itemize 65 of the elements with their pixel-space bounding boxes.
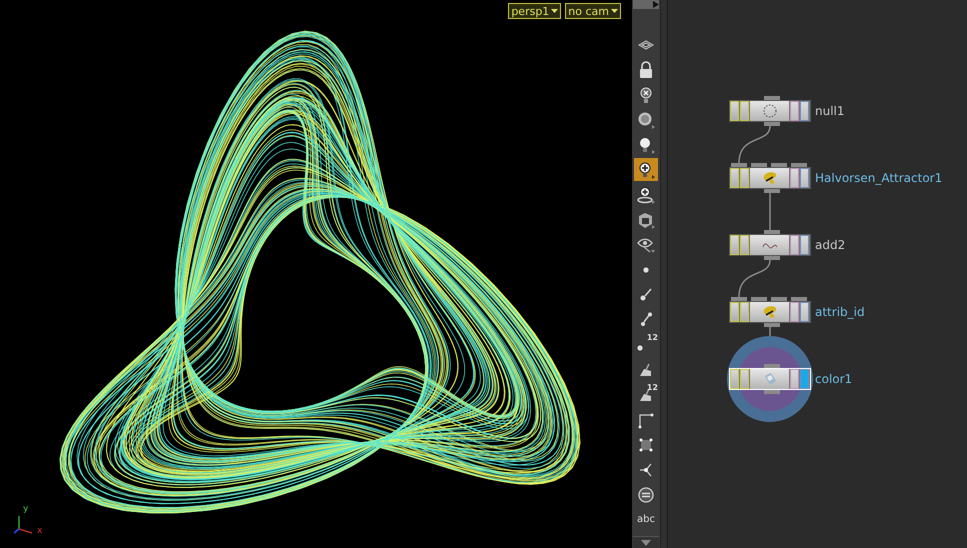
caret-icon <box>611 9 618 13</box>
bulb-ring-icon <box>636 186 656 204</box>
display-flag[interactable] <box>800 101 810 121</box>
template-flag[interactable] <box>790 369 800 389</box>
input-port[interactable] <box>764 230 780 234</box>
point-numbers-tool-button[interactable]: 12 <box>634 333 658 356</box>
sphere-icon <box>636 110 656 128</box>
axis-label: x <box>37 526 42 536</box>
node[interactable] <box>729 301 811 323</box>
light-add-tool-button[interactable] <box>634 158 658 181</box>
prim-numbers-tool-button[interactable]: 12 <box>634 383 658 406</box>
equals-circle-icon <box>636 486 656 504</box>
lock-flag[interactable] <box>740 168 750 188</box>
text-tool-button[interactable]: abc <box>634 508 658 531</box>
lock-flag[interactable] <box>740 235 750 255</box>
input-port[interactable] <box>731 297 747 301</box>
template-flag[interactable] <box>790 235 800 255</box>
node-name[interactable]: attrib_id <box>815 305 865 319</box>
input-port[interactable] <box>751 297 767 301</box>
template-flag[interactable] <box>790 101 800 121</box>
cube-icon <box>636 210 656 228</box>
caret-icon <box>551 9 558 13</box>
scroll-right-button[interactable] <box>633 0 659 9</box>
right-arrow-icon <box>653 1 659 8</box>
input-port[interactable] <box>791 163 807 167</box>
down-arrow-icon <box>641 540 651 546</box>
dot-icon <box>643 266 649 272</box>
camera-menu[interactable]: persp1 <box>508 3 562 19</box>
input-port[interactable] <box>731 163 747 167</box>
bypass-flag[interactable] <box>730 168 740 188</box>
connection-wire <box>769 193 771 230</box>
node[interactable] <box>729 167 811 189</box>
corner-icon <box>636 410 656 428</box>
template-flag[interactable] <box>790 168 800 188</box>
bypass-flag[interactable] <box>730 369 740 389</box>
camera-menu[interactable]: no cam <box>565 3 621 19</box>
dot-icon <box>637 345 643 351</box>
input-port[interactable] <box>751 163 767 167</box>
eye-icon <box>636 236 656 254</box>
node-name[interactable]: color1 <box>815 372 852 386</box>
node[interactable] <box>729 234 811 256</box>
node-name[interactable]: null1 <box>815 104 845 118</box>
display-flag[interactable] <box>800 235 810 255</box>
input-port[interactable] <box>771 297 787 301</box>
bypass-flag[interactable] <box>730 101 740 121</box>
lock-flag[interactable] <box>740 369 750 389</box>
node[interactable] <box>729 100 811 122</box>
input-port[interactable] <box>764 96 780 100</box>
connection-wire <box>738 126 771 163</box>
template-flag[interactable] <box>790 302 800 322</box>
lock-flag[interactable] <box>740 302 750 322</box>
display-flag[interactable] <box>800 168 810 188</box>
display-flag[interactable] <box>800 369 810 389</box>
input-port[interactable] <box>764 364 780 368</box>
lock-flag[interactable] <box>740 101 750 121</box>
bypass-flag[interactable] <box>730 235 740 255</box>
input-port[interactable] <box>791 297 807 301</box>
node-name[interactable]: add2 <box>815 238 846 252</box>
connection-wire <box>738 260 771 297</box>
bypass-flag[interactable] <box>730 302 740 322</box>
input-port[interactable] <box>771 163 787 167</box>
display-flag[interactable] <box>800 302 810 322</box>
node-name[interactable]: Halvorsen_Attractor1 <box>815 171 942 185</box>
scroll-down-button[interactable] <box>633 536 659 548</box>
axis-label: y <box>23 504 28 514</box>
